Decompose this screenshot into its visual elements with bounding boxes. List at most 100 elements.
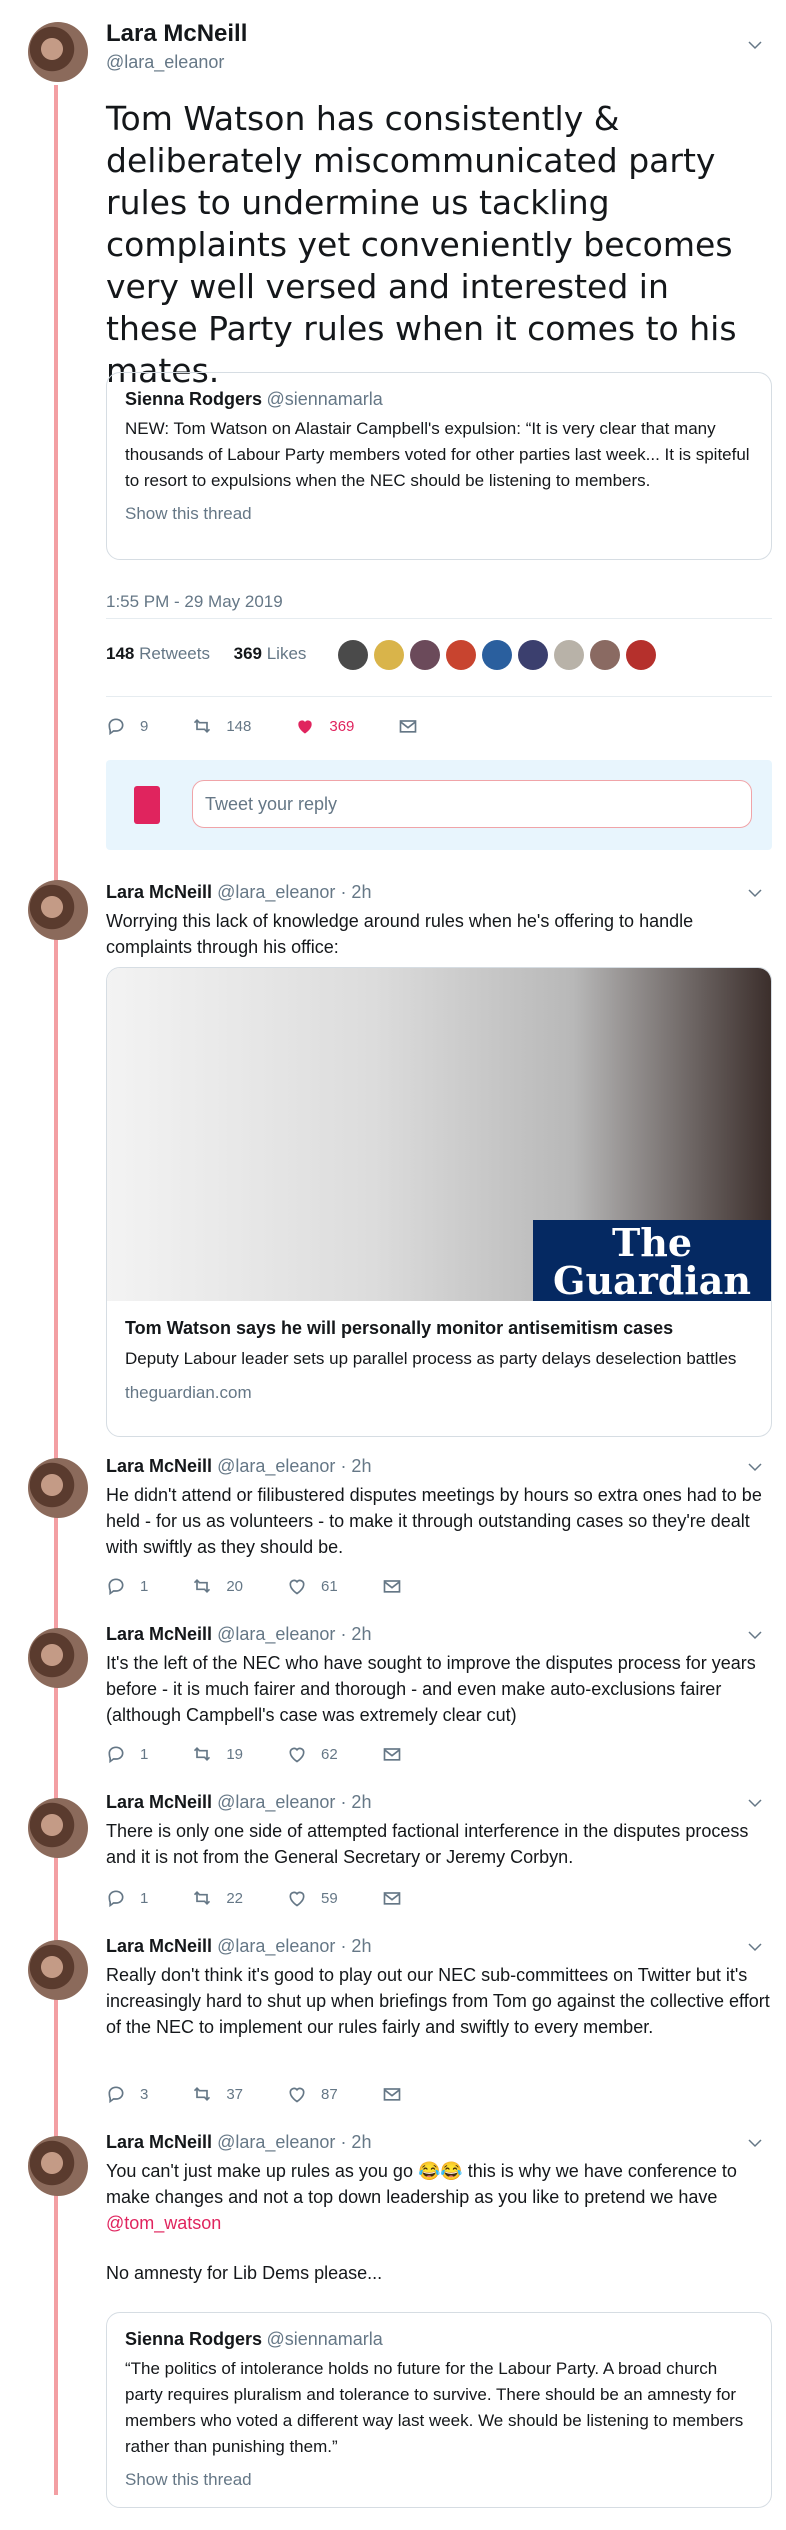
retweet-button[interactable]: 37 xyxy=(192,2084,243,2104)
heart-icon xyxy=(289,1579,305,1595)
author-name[interactable]: Lara McNeill xyxy=(106,1624,212,1644)
reply-header: Lara McNeill @lara_eleanor · 2h xyxy=(106,1624,371,1645)
reply-button[interactable]: 1 xyxy=(106,1576,148,1596)
avatar[interactable] xyxy=(28,1940,88,2000)
tweet-time[interactable]: · 2h xyxy=(340,1936,371,1956)
avatar[interactable] xyxy=(374,640,404,670)
avatar[interactable] xyxy=(410,640,440,670)
like-button[interactable]: 87 xyxy=(287,2084,338,2104)
retweet-icon xyxy=(194,2086,211,2102)
like-button[interactable]: 369 xyxy=(295,716,354,736)
mention-link[interactable]: @tom_watson xyxy=(106,2213,221,2233)
retweet-button[interactable]: 20 xyxy=(192,1576,243,1596)
author-name[interactable]: Lara McNeill xyxy=(106,1456,212,1476)
tweet-text-part-1: You can't just make up rules as you go 😂… xyxy=(106,2161,737,2207)
show-thread-link[interactable]: Show this thread xyxy=(125,504,753,524)
tweet-actions: 3 37 87 xyxy=(106,2084,460,2104)
tweet-text: Really don't think it's good to play out… xyxy=(106,1965,770,2037)
author-name[interactable]: Lara McNeill xyxy=(106,2132,212,2152)
tweet-text: Tom Watson has consistently & deliberate… xyxy=(106,99,737,390)
tweet-time[interactable]: · 2h xyxy=(340,1456,371,1476)
author-handle[interactable]: @lara_eleanor xyxy=(106,52,247,73)
retweet-icon xyxy=(194,718,211,734)
chevron-down-icon[interactable] xyxy=(746,36,764,54)
author-name[interactable]: Lara McNeill xyxy=(106,1792,212,1812)
like-count[interactable]: 369 xyxy=(234,644,262,663)
avatar[interactable] xyxy=(590,640,620,670)
reply-count: 9 xyxy=(140,717,149,735)
direct-message-button[interactable] xyxy=(398,716,432,736)
link-description: Deputy Labour leader sets up parallel pr… xyxy=(125,1349,737,1368)
author-handle[interactable]: @lara_eleanor xyxy=(217,2132,335,2152)
retweet-button[interactable]: 19 xyxy=(192,1744,243,1764)
show-thread-link[interactable]: Show this thread xyxy=(125,2470,753,2490)
liker-avatars xyxy=(338,640,656,670)
author-handle[interactable]: @lara_eleanor xyxy=(217,1624,335,1644)
retweets-label[interactable]: Retweets xyxy=(139,644,210,663)
author-handle[interactable]: @lara_eleanor xyxy=(217,1936,335,1956)
author-handle[interactable]: @lara_eleanor xyxy=(217,1456,335,1476)
tweet-time[interactable]: · 2h xyxy=(340,1624,371,1644)
avatar[interactable] xyxy=(446,640,476,670)
retweet-count[interactable]: 148 xyxy=(106,644,134,663)
author-handle[interactable]: @lara_eleanor xyxy=(217,882,335,902)
reply-icon xyxy=(108,718,124,736)
author-name[interactable]: Lara McNeill xyxy=(106,1936,212,1956)
link-meta: Tom Watson says he will personally monit… xyxy=(125,1318,755,1403)
reply-header: Lara McNeill @lara_eleanor · 2h xyxy=(106,882,371,903)
avatar[interactable] xyxy=(554,640,584,670)
avatar xyxy=(134,786,160,824)
tweet-text-part-2: No amnesty for Lib Dems please... xyxy=(106,2263,383,2283)
link-title: Tom Watson says he will personally monit… xyxy=(125,1318,674,1338)
avatar[interactable] xyxy=(518,640,548,670)
reply-button[interactable]: 1 xyxy=(106,1888,148,1908)
avatar[interactable] xyxy=(28,1798,88,1858)
chevron-down-icon[interactable] xyxy=(746,1458,764,1476)
chevron-down-icon[interactable] xyxy=(746,2134,764,2152)
avatar[interactable] xyxy=(28,2136,88,2196)
retweet-button[interactable]: 22 xyxy=(192,1888,243,1908)
reply-button[interactable]: 3 xyxy=(106,2084,148,2104)
chevron-down-icon[interactable] xyxy=(746,884,764,902)
author-name[interactable]: Lara McNeill xyxy=(106,882,212,902)
like-button[interactable]: 61 xyxy=(287,1576,338,1596)
tweet-time[interactable]: · 2h xyxy=(340,2132,371,2152)
likes-label[interactable]: Likes xyxy=(267,644,307,663)
quoted-tweet[interactable]: Sienna Rodgers @siennamarla “The politic… xyxy=(106,2312,772,2508)
heart-icon xyxy=(289,1747,305,1763)
tweet-time[interactable]: · 2h xyxy=(340,1792,371,1812)
envelope-icon xyxy=(400,720,417,733)
retweet-count: 22 xyxy=(226,1889,244,1907)
chevron-down-icon[interactable] xyxy=(746,1626,764,1644)
quoted-tweet[interactable]: Sienna Rodgers @siennamarla NEW: Tom Wat… xyxy=(106,372,772,560)
author-name[interactable]: Lara McNeill xyxy=(106,20,247,48)
reply-button[interactable]: 1 xyxy=(106,1744,148,1764)
chevron-down-icon[interactable] xyxy=(746,1794,764,1812)
avatar[interactable] xyxy=(28,1458,88,1518)
divider xyxy=(106,618,772,619)
avatar[interactable] xyxy=(28,880,88,940)
direct-message-button[interactable] xyxy=(382,1888,416,1908)
reply-icon xyxy=(108,2086,124,2104)
chevron-down-icon[interactable] xyxy=(746,1938,764,1956)
main-tweet-header: Lara McNeill @lara_eleanor xyxy=(106,20,247,73)
retweet-icon xyxy=(194,1890,211,1906)
retweet-count: 19 xyxy=(226,1745,244,1763)
direct-message-button[interactable] xyxy=(382,2084,416,2104)
like-button[interactable]: 59 xyxy=(287,1888,338,1908)
reply-input[interactable] xyxy=(192,780,752,828)
link-card[interactable]: The Guardian Tom Watson says he will per… xyxy=(106,967,772,1437)
avatar[interactable] xyxy=(28,1628,88,1688)
direct-message-button[interactable] xyxy=(382,1576,416,1596)
tweet-time[interactable]: · 2h xyxy=(340,882,371,902)
avatar[interactable] xyxy=(482,640,512,670)
reply-button[interactable]: 9 xyxy=(106,716,148,736)
avatar[interactable] xyxy=(338,640,368,670)
author-handle[interactable]: @lara_eleanor xyxy=(217,1792,335,1812)
avatar[interactable] xyxy=(28,22,88,82)
avatar[interactable] xyxy=(626,640,656,670)
retweet-button[interactable]: 148 xyxy=(192,716,251,736)
direct-message-button[interactable] xyxy=(382,1744,416,1764)
tweet-timestamp[interactable]: 1:55 PM - 29 May 2019 xyxy=(106,592,283,612)
like-button[interactable]: 62 xyxy=(287,1744,338,1764)
